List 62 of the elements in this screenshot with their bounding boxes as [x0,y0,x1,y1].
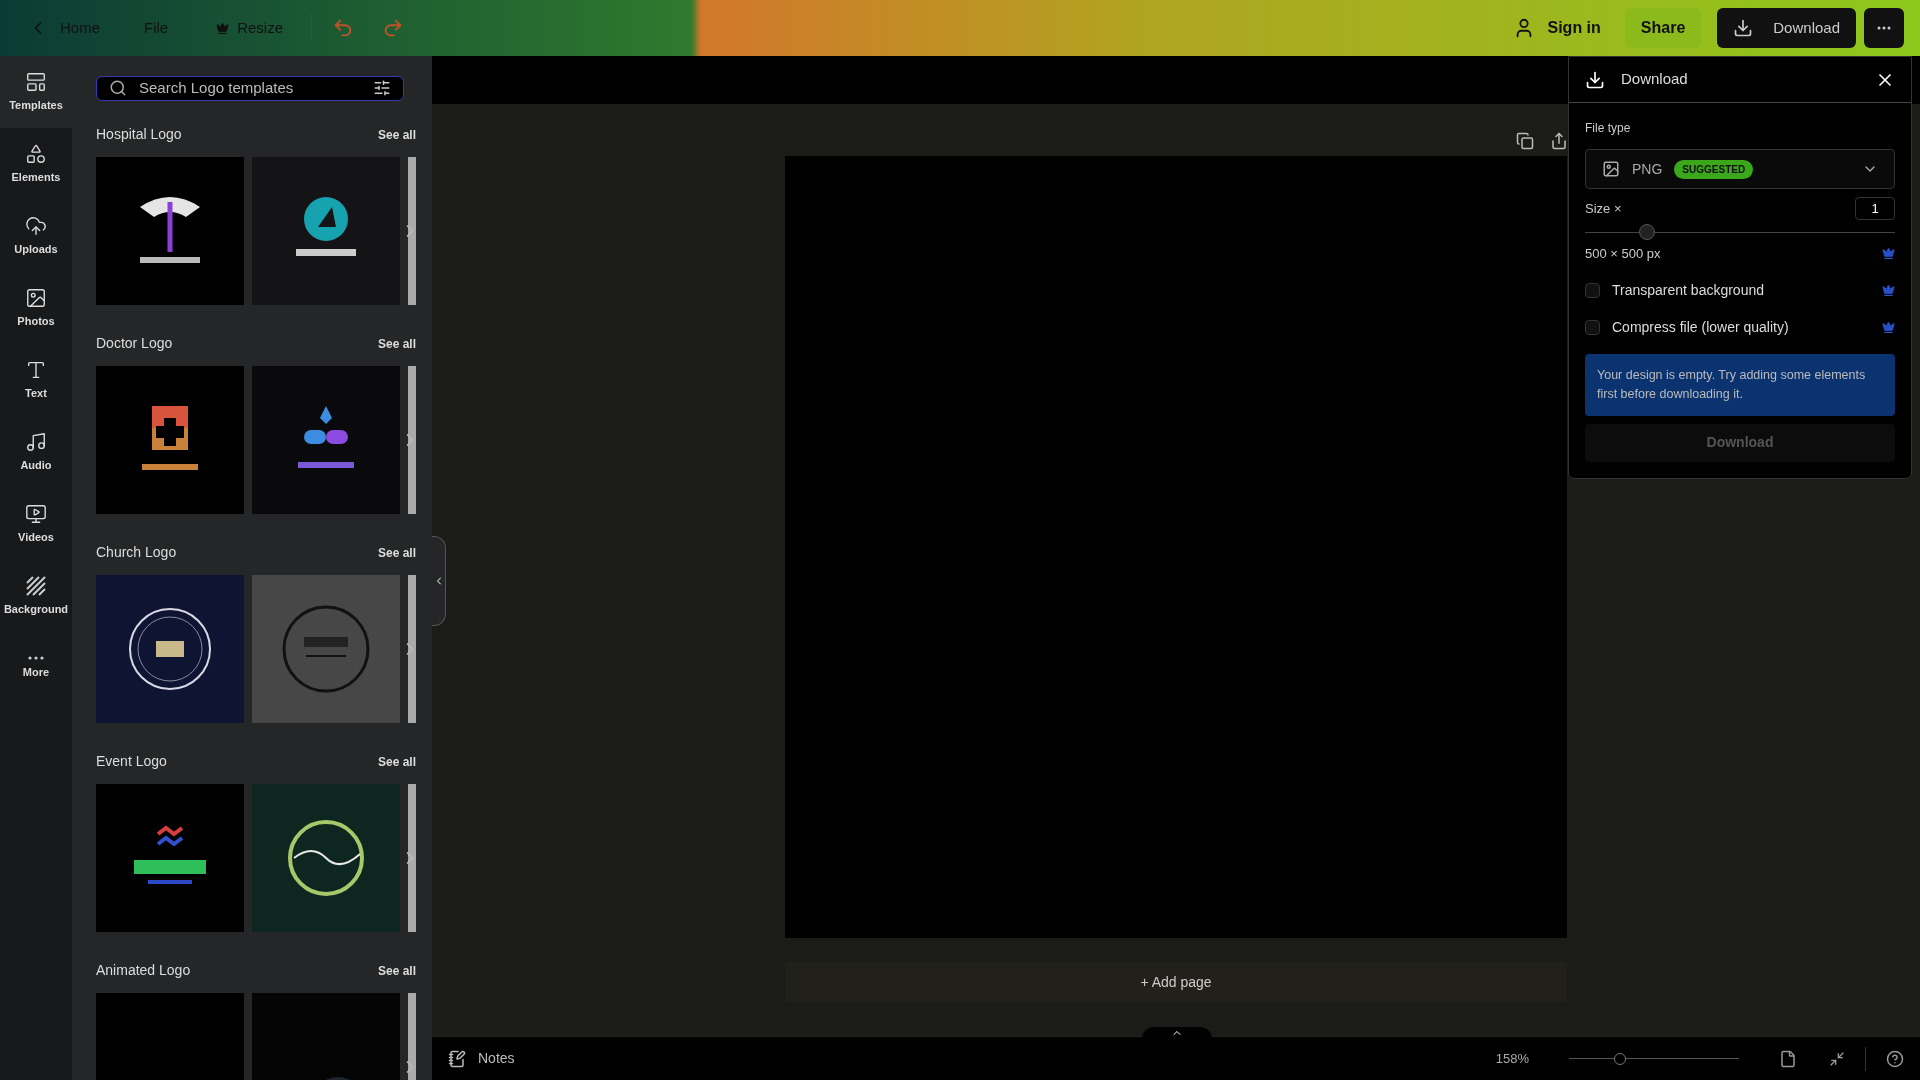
field-label: File type [1585,120,1632,137]
section-title: Doctor Logo [96,334,173,353]
music-icon [25,430,47,453]
duplicate-icon [1516,132,1534,150]
page-toggle[interactable] [1142,1027,1212,1039]
cloud-upload-icon [25,214,47,237]
sign-in-button[interactable]: Sign in [1501,8,1613,48]
more-icon [28,655,44,660]
crown-icon [1882,320,1895,334]
panel-title: Download [1621,69,1689,90]
share-button[interactable]: Share [1624,8,1702,48]
crown-icon [1882,283,1895,297]
file-type-select[interactable]: PNG SUGGESTED [1585,149,1895,189]
see-all-link[interactable]: See all [377,334,416,353]
see-all-link[interactable]: See all [377,125,416,144]
image-icon [1602,160,1620,178]
download-icon [1733,18,1754,38]
checkbox[interactable] [1585,282,1600,298]
checkbox[interactable] [1585,319,1600,335]
size-input[interactable]: 1 [1855,197,1895,220]
option-label: Transparent background [1612,280,1766,300]
add-page-button[interactable]: + Add page [785,962,1567,1002]
page-icon [1779,1049,1797,1068]
section-title: Animated Logo [96,961,191,980]
collapse-icon [1829,1050,1845,1067]
shapes-icon [25,142,47,165]
sidebar-tab[interactable]: Templates [0,56,72,128]
zoom-level: 158% [1495,1049,1529,1068]
template-icon [25,70,47,93]
size-slider[interactable] [1585,224,1895,240]
more-button[interactable] [1864,8,1904,48]
dimensions-text: 500 × 500 px [1585,245,1661,263]
download-button[interactable]: Download [1717,8,1856,48]
video-icon [25,502,47,525]
section-title: Hospital Logo [96,125,182,144]
more-icon [1877,26,1891,30]
field-label: Size × [1585,199,1622,218]
see-all-link[interactable]: See all [377,543,416,562]
section-title: Event Logo [96,752,167,771]
help-icon [1886,1049,1904,1068]
notes-button[interactable]: Notes [448,1048,515,1069]
see-all-link[interactable]: See all [377,961,416,980]
empty-design-notice: Your design is empty. Try adding some elements first before downloading it. [1585,353,1895,416]
slider-thumb[interactable] [1639,224,1655,240]
search-icon [109,79,127,98]
collapse-handle[interactable] [432,536,446,626]
download-icon [1585,69,1605,90]
option-label: Compress file (lower quality) [1612,317,1790,337]
filter-icon [373,79,391,98]
suggested-badge: SUGGESTED [1674,159,1754,179]
search-input[interactable]: Search Logo templates [139,77,361,100]
slider-thumb[interactable] [1614,1052,1626,1065]
stripes-icon [25,574,47,597]
notes-icon [448,1049,466,1068]
crown-icon [1882,247,1895,261]
see-all-link[interactable]: See all [377,752,416,771]
search-field[interactable]: Search Logo templates [96,76,404,101]
section-title: Church Logo [96,543,177,562]
share-icon [1550,132,1568,150]
image-icon [25,286,47,309]
crown-icon [216,21,230,35]
zoom-slider[interactable] [1569,1051,1739,1066]
